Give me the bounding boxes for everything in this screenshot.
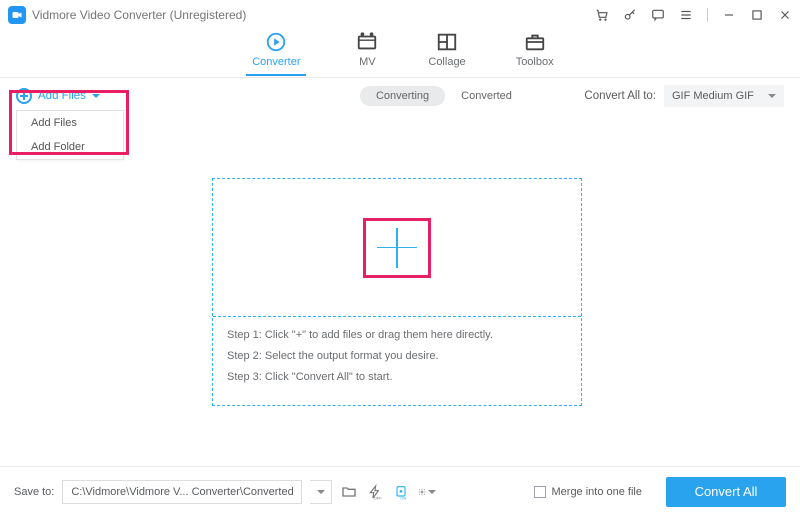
tab-label: Converter [252, 56, 300, 68]
converted-segment[interactable]: Converted [445, 86, 528, 106]
maximize-icon[interactable] [750, 8, 764, 22]
add-files-dropdown: Add Files Add Folder [16, 110, 124, 160]
toolbox-icon [524, 32, 546, 52]
output-path-field[interactable]: C:\Vidmore\Vidmore V... Converter\Conver… [62, 480, 302, 504]
converter-icon [265, 32, 287, 52]
titlebar-divider [707, 8, 708, 22]
svg-text:ON: ON [401, 495, 407, 500]
plus-circle-icon [16, 88, 32, 104]
add-files-button[interactable]: Add Files [16, 88, 100, 104]
mv-icon [356, 32, 378, 52]
svg-text:OFF: OFF [374, 495, 383, 500]
output-path-dropdown[interactable] [310, 480, 332, 504]
settings-gear-button[interactable] [418, 483, 436, 501]
tab-toolbox[interactable]: Toolbox [516, 30, 554, 68]
instruction-steps: Step 1: Click "+" to add files or drag t… [213, 317, 581, 396]
tab-label: Collage [428, 56, 465, 68]
cart-icon[interactable] [595, 8, 609, 22]
convert-all-button[interactable]: Convert All [666, 477, 786, 507]
convert-all-to-label: Convert All to: [584, 90, 656, 102]
titlebar: Vidmore Video Converter (Unregistered) [0, 0, 800, 30]
app-logo-icon [8, 6, 26, 24]
dropdown-add-folder[interactable]: Add Folder [17, 135, 123, 159]
key-icon[interactable] [623, 8, 637, 22]
format-selected-value: GIF Medium GIF [672, 90, 754, 102]
merge-label: Merge into one file [552, 486, 643, 498]
open-folder-button[interactable] [340, 483, 358, 501]
output-path-value: C:\Vidmore\Vidmore V... Converter\Conver… [71, 486, 293, 498]
tab-label: MV [359, 56, 376, 68]
tab-collage[interactable]: Collage [428, 30, 465, 68]
add-files-label: Add Files [38, 90, 86, 102]
feedback-icon[interactable] [651, 8, 665, 22]
window-title: Vidmore Video Converter (Unregistered) [32, 8, 246, 22]
step-1-text: Step 1: Click "+" to add files or drag t… [227, 325, 567, 346]
bottombar: Save to: C:\Vidmore\Vidmore V... Convert… [0, 466, 800, 516]
high-speed-on-icon[interactable]: ON [392, 483, 410, 501]
chevron-down-icon [768, 94, 776, 98]
chevron-down-icon [428, 490, 436, 494]
close-icon[interactable] [778, 8, 792, 22]
tab-converter[interactable]: Converter [246, 30, 306, 76]
save-to-label: Save to: [14, 486, 54, 498]
chevron-down-icon [317, 490, 325, 494]
main-tabs: Converter MV Collage Toolbox [0, 30, 800, 78]
checkbox-icon [534, 486, 546, 498]
status-segmented: Converting Converted [360, 86, 528, 106]
hw-accel-off-icon[interactable]: OFF [366, 483, 384, 501]
minimize-icon[interactable] [722, 8, 736, 22]
step-2-text: Step 2: Select the output format you des… [227, 346, 567, 367]
chevron-down-icon [92, 94, 100, 98]
menu-icon[interactable] [679, 8, 693, 22]
midbar: Add Files Converting Converted Convert A… [0, 78, 800, 114]
collage-icon [436, 32, 458, 52]
merge-checkbox[interactable]: Merge into one file [534, 486, 643, 498]
tab-label: Toolbox [516, 56, 554, 68]
dropdown-add-files[interactable]: Add Files [17, 111, 123, 135]
tab-mv[interactable]: MV [356, 30, 378, 68]
big-plus-icon[interactable] [377, 228, 417, 268]
step-3-text: Step 3: Click "Convert All" to start. [227, 367, 567, 388]
output-format-select[interactable]: GIF Medium GIF [664, 85, 784, 107]
annotation-highlight-plus [363, 218, 431, 278]
converting-segment[interactable]: Converting [360, 86, 445, 106]
file-dropzone[interactable]: Step 1: Click "+" to add files or drag t… [212, 178, 582, 406]
